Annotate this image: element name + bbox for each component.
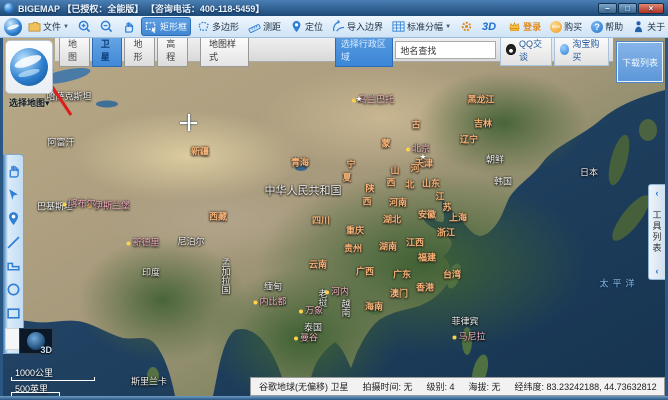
standard-sheet-menu[interactable]: 标准分幅▼: [389, 18, 454, 35]
window-bottom-border: [0, 396, 668, 400]
taobao-icon: [560, 44, 569, 55]
buy-coin-icon: BUY: [550, 21, 562, 33]
settings-button[interactable]: [457, 18, 476, 35]
taobao-buy-button[interactable]: 淘宝购买: [554, 38, 609, 66]
select-map-button[interactable]: [5, 40, 53, 94]
question-mark-icon: ?: [591, 21, 603, 33]
status-zoom-level: 级别: 4: [427, 380, 455, 393]
measure-tool-button[interactable]: 测距: [245, 18, 284, 35]
map-style-button[interactable]: 地图样式: [200, 38, 249, 67]
maptype-tab-3[interactable]: 高程: [157, 38, 188, 67]
status-source: 谷歌地球(无偏移) 卫星: [259, 380, 349, 393]
title-bar: BIGEMAP 【已授权：全能版】 【咨询电话：400-118-5459】 – …: [0, 0, 668, 16]
minimize-button[interactable]: –: [598, 3, 617, 14]
pan-hand-icon[interactable]: [6, 163, 21, 178]
maptype-toolbar: 地图卫星地形高程 地图样式 选择行政区域 地名查找 QQ交谈 淘宝购买: [55, 38, 613, 62]
close-button[interactable]: ×: [638, 3, 664, 14]
circle-tool-icon[interactable]: [6, 282, 21, 297]
crown-icon: [508, 20, 521, 33]
ruler-icon: [248, 20, 261, 33]
tool-list-label: 工具列表: [651, 210, 664, 254]
folder-icon: [28, 20, 41, 33]
download-list-button[interactable]: 下载列表: [617, 42, 663, 82]
locate-pin-icon: [290, 20, 303, 33]
tool-list-panel-tab[interactable]: ‹ 工具列表 ‹: [648, 184, 665, 280]
qq-chat-button[interactable]: QQ交谈: [500, 38, 552, 66]
maptype-tab-2[interactable]: 地形: [124, 38, 155, 67]
import-boundary-icon: [332, 20, 345, 33]
scale-km-line: [11, 377, 95, 381]
login-button[interactable]: 登录: [505, 18, 544, 35]
status-shot-time: 拍摄时间: 无: [363, 380, 413, 393]
select-map-label[interactable]: 选择地图▾: [9, 96, 50, 109]
google-earth-globe-icon: [10, 48, 48, 86]
dropdown-arrow-icon: ▼: [445, 24, 451, 30]
placemark-pin-icon[interactable]: [6, 211, 21, 226]
locate-tool-button[interactable]: 定位: [287, 18, 326, 35]
status-altitude: 海拔: 无: [469, 380, 501, 393]
polygon-tool-button[interactable]: 多边形: [194, 18, 242, 35]
window-title: BIGEMAP 【已授权：全能版】 【咨询电话：400-118-5459】: [18, 2, 598, 15]
map-center-crosshair-icon: [180, 114, 197, 131]
import-boundary-button[interactable]: 导入边界: [329, 18, 386, 35]
maptype-tab-0[interactable]: 地图: [59, 38, 90, 67]
maptype-tab-1[interactable]: 卫星: [92, 38, 123, 67]
help-button[interactable]: ? 帮助: [588, 18, 626, 35]
drawing-tool-palette: [3, 154, 24, 354]
rect-select-icon: [145, 20, 158, 33]
rectangle-tool-icon[interactable]: [6, 306, 21, 321]
grid-icon: [392, 20, 405, 33]
chevron-left-icon: ‹: [656, 266, 659, 276]
dropdown-arrow-icon: ▼: [63, 24, 69, 30]
zoom-out-icon: [100, 20, 113, 33]
scale-miles-line: [11, 392, 59, 396]
zoom-in-button[interactable]: [75, 18, 94, 35]
place-search-input[interactable]: 地名查找: [395, 41, 496, 59]
3d-view-button[interactable]: 3D: [479, 19, 499, 35]
file-menu[interactable]: 文件▼: [25, 18, 72, 35]
select-region-button[interactable]: 选择行政区域: [335, 38, 393, 67]
zoom-out-button[interactable]: [97, 18, 116, 35]
line-tool-icon[interactable]: [6, 235, 21, 250]
polygon-icon: [197, 20, 210, 33]
pan-tool-button[interactable]: [119, 18, 138, 35]
app-logo-icon: [4, 3, 14, 13]
app-window: BIGEMAP 【已授权：全能版】 【咨询电话：400-118-5459】 – …: [0, 0, 668, 400]
about-button[interactable]: 关于: [629, 18, 668, 35]
qq-penguin-icon: [506, 44, 516, 55]
scale-miles-tick: [59, 392, 60, 396]
status-bar: 谷歌地球(无偏移) 卫星 拍摄时间: 无 级别: 4 海拔: 无 经纬度: 83…: [250, 377, 665, 396]
chevron-left-icon: ‹: [656, 188, 659, 198]
select-arrow-icon[interactable]: [6, 187, 21, 202]
mini-3d-label: 3D: [40, 345, 52, 355]
polygon-tool-icon[interactable]: [6, 258, 21, 273]
gear-icon: [460, 20, 473, 33]
zoom-in-icon: [78, 20, 91, 33]
status-coordinates: 经纬度: 83.23242188, 44.73632812: [515, 380, 657, 393]
map-viewport[interactable]: 黑龙江吉林辽宁古蒙天津河北山西山东河南江苏安徽上海湖北重庆浙江江西湖南贵州福建四…: [3, 38, 665, 396]
rect-select-tool-button[interactable]: 矩形框: [141, 17, 191, 36]
maptype-tabs: 地图卫星地形高程: [59, 38, 188, 67]
main-toolbar: 文件▼ 矩形框 多边形 测距 定位 导入边界: [0, 16, 668, 38]
pan-hand-icon: [122, 20, 135, 33]
mini-globe-3d-toggle[interactable]: 3D: [5, 328, 53, 356]
maximize-button[interactable]: □: [618, 3, 637, 14]
satellite-basemap: [3, 38, 665, 396]
bigemap-logo-icon: [4, 18, 22, 36]
person-icon: [632, 20, 645, 33]
buy-button[interactable]: BUY 购买: [547, 18, 585, 35]
